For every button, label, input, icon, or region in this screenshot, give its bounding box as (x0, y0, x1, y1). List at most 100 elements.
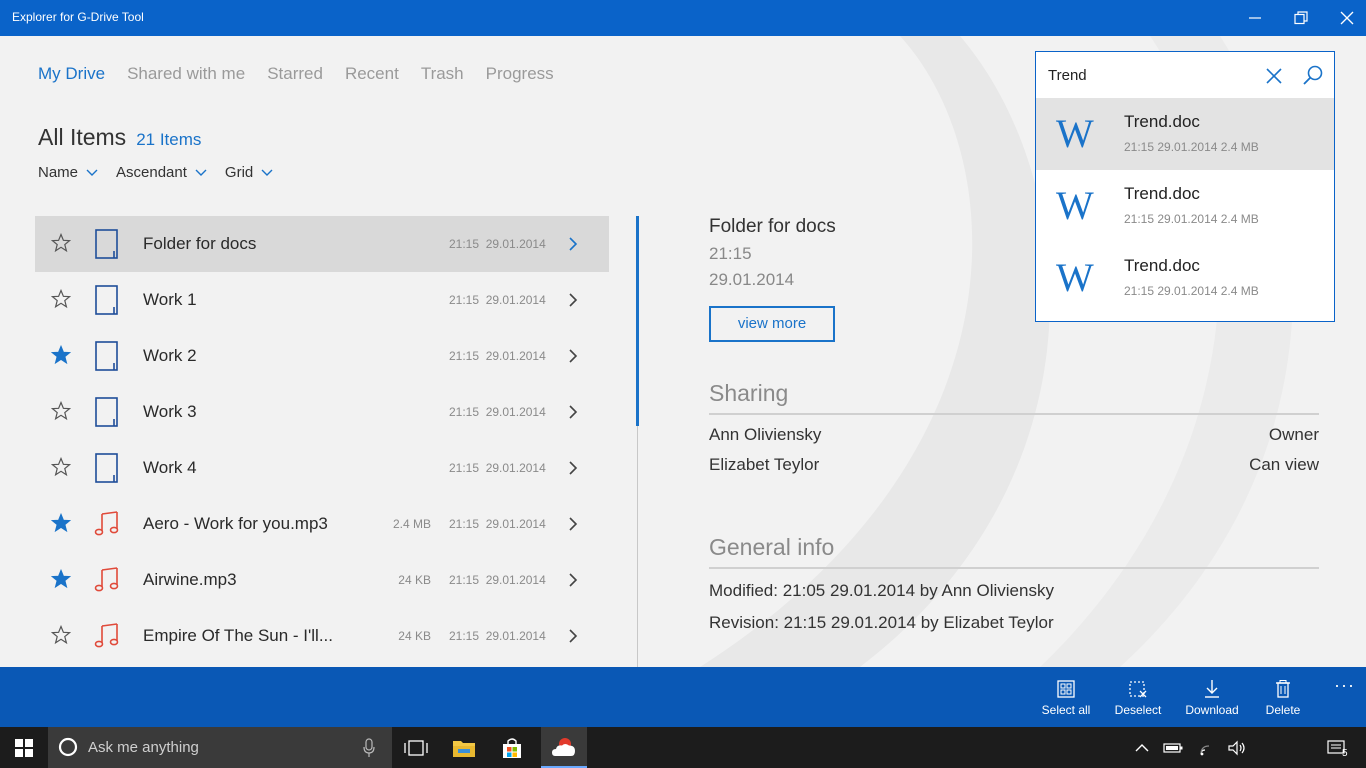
view-more-button[interactable]: view more (709, 306, 835, 342)
download-label: Download (1185, 703, 1239, 717)
file-name: Folder for docs (143, 234, 257, 253)
file-time: 21:15 (449, 237, 480, 251)
chevron-right-icon[interactable] (566, 404, 580, 420)
cortana-icon (58, 737, 78, 757)
star-icon[interactable] (51, 625, 71, 645)
file-row[interactable]: Work 4 21:15 29.01.2014 (35, 440, 609, 496)
view-mode-dropdown[interactable]: Grid (225, 164, 273, 181)
search-result[interactable]: W Trend.doc 21:15 29.01.2014 2.4 MB (1036, 242, 1334, 314)
tab-recent[interactable]: Recent (345, 64, 399, 84)
file-row[interactable]: Aero - Work for you.mp3 2.4 MB 21:15 29.01… (35, 496, 609, 552)
store-button[interactable] (489, 727, 535, 768)
folder-icon (453, 740, 475, 757)
chevron-right-icon[interactable] (566, 460, 580, 476)
notification-count: 5 (1342, 748, 1348, 759)
delete-button[interactable]: Delete (1248, 679, 1318, 717)
restore-button[interactable] (1278, 0, 1324, 36)
file-row[interactable]: Work 1 21:15 29.01.2014 (35, 272, 609, 328)
tab-shared-with-me[interactable]: Shared with me (127, 64, 245, 84)
sort-field-dropdown[interactable]: Name (38, 164, 98, 181)
search-icon[interactable] (1302, 64, 1324, 86)
star-icon[interactable] (51, 457, 71, 477)
file-row[interactable]: Work 3 21:15 29.01.2014 (35, 384, 609, 440)
tab-starred[interactable]: Starred (267, 64, 323, 84)
file-explorer-button[interactable] (441, 727, 487, 768)
search-box[interactable]: Trend (1035, 51, 1335, 99)
tab-trash[interactable]: Trash (421, 64, 464, 84)
taskbar-search[interactable]: Ask me anything (48, 727, 392, 768)
file-name: Airwine.mp3 (143, 570, 237, 589)
file-time: 21:15 (449, 629, 480, 643)
file-name: Work 3 (143, 402, 197, 421)
minimize-icon (1249, 17, 1261, 19)
music-icon (94, 567, 119, 592)
chevron-right-icon[interactable] (566, 292, 580, 308)
file-date-value: 29.01.2014 (485, 629, 546, 643)
sort-order-label: Ascendant (116, 164, 187, 181)
music-icon (94, 511, 119, 536)
search-input[interactable]: Trend (1048, 67, 1087, 84)
deselect-button[interactable]: Deselect (1103, 679, 1173, 717)
chevron-right-icon[interactable] (566, 572, 580, 588)
file-date-value: 29.01.2014 (485, 517, 546, 531)
file-name: Aero - Work for you.mp3 (143, 514, 328, 533)
file-date: 21:15 29.01.2014 (449, 349, 546, 363)
download-button[interactable]: Download (1177, 679, 1247, 717)
battery-icon[interactable] (1163, 739, 1183, 757)
word-doc-icon: W (1056, 111, 1094, 156)
file-row[interactable]: Airwine.mp3 24 KB 21:15 29.01.2014 (35, 552, 609, 608)
wifi-icon[interactable] (1197, 739, 1217, 757)
file-time: 21:15 (449, 405, 480, 419)
deselect-icon (1129, 681, 1147, 698)
share-row: Elizabet Teylor Can view (709, 455, 1319, 475)
windows-icon (15, 738, 33, 757)
chevron-right-icon[interactable] (566, 516, 580, 532)
star-icon[interactable] (51, 233, 71, 253)
file-date-value: 29.01.2014 (485, 349, 546, 363)
star-icon[interactable] (51, 569, 71, 589)
search-result[interactable]: W Trend.doc 21:15 29.01.2014 2.4 MB (1036, 98, 1334, 170)
file-list: Folder for docs 21:15 29.01.2014 Work 1 21:… (35, 216, 609, 664)
trash-icon (1276, 680, 1290, 698)
chevron-down-icon (261, 169, 273, 176)
document-icon (95, 229, 118, 259)
file-name: Work 2 (143, 346, 197, 365)
star-icon[interactable] (51, 345, 71, 365)
chevron-right-icon[interactable] (566, 628, 580, 644)
tab-my-drive[interactable]: My Drive (38, 64, 105, 84)
volume-icon[interactable] (1227, 739, 1247, 757)
title-bar: Explorer for G-Drive Tool (0, 0, 1366, 36)
file-row[interactable]: Folder for docs 21:15 29.01.2014 (35, 216, 609, 272)
task-view-button[interactable] (393, 727, 439, 768)
result-meta: 21:15 29.01.2014 2.4 MB (1124, 284, 1259, 298)
deselect-label: Deselect (1114, 703, 1162, 717)
scroll-indicator[interactable] (636, 216, 639, 426)
star-icon[interactable] (51, 401, 71, 421)
file-name: Empire Of The Sun - I'll... (143, 626, 333, 645)
more-options-button[interactable]: ··· (1334, 675, 1355, 696)
close-button[interactable] (1324, 0, 1366, 36)
sort-order-dropdown[interactable]: Ascendant (116, 164, 207, 181)
star-icon[interactable] (51, 513, 71, 533)
file-date: 21:15 29.01.2014 (449, 293, 546, 307)
star-icon[interactable] (51, 289, 71, 309)
file-row[interactable]: Empire Of The Sun - I'll... 24 KB 21:15 29… (35, 608, 609, 664)
select-all-button[interactable]: Select all (1031, 679, 1101, 717)
chevron-up-icon[interactable] (1132, 739, 1152, 757)
chevron-right-icon[interactable] (566, 348, 580, 364)
microphone-icon[interactable] (362, 738, 376, 758)
file-row[interactable]: Work 2 21:15 29.01.2014 (35, 328, 609, 384)
start-button[interactable] (0, 727, 48, 768)
clear-search-icon[interactable] (1264, 66, 1284, 86)
minimize-button[interactable] (1232, 0, 1278, 36)
sharing-section: Sharing Ann Oliviensky Owner Elizabet Te… (709, 380, 1319, 475)
nav-tabs: My Drive Shared with me Starred Recent T… (38, 64, 554, 84)
file-name: Work 1 (143, 290, 197, 309)
sort-field-label: Name (38, 164, 79, 181)
gdrive-app-button[interactable] (541, 727, 587, 768)
chevron-right-icon[interactable] (566, 236, 580, 252)
search-result[interactable]: W Trend.doc 21:15 29.01.2014 2.4 MB (1036, 170, 1334, 242)
tab-progress[interactable]: Progress (486, 64, 554, 84)
chevron-down-icon (195, 169, 207, 176)
share-role: Owner (1268, 425, 1319, 444)
